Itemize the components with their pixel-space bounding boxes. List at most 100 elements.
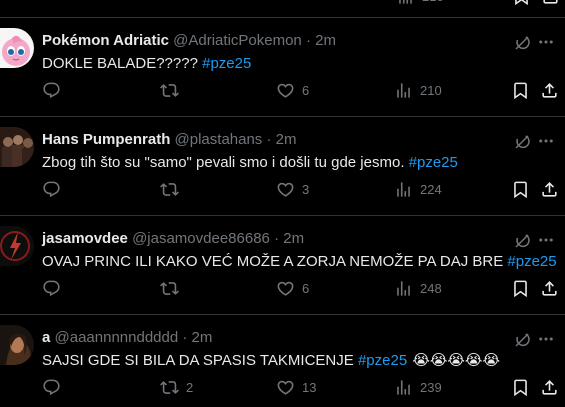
views-action[interactable]: 210	[394, 80, 442, 100]
views-action[interactable]: 224	[394, 179, 442, 199]
share-action[interactable]	[540, 377, 559, 397]
tweet-actions: 2 13 239	[0, 377, 565, 397]
tweet-text: OVAJ PRINC ILI KAKO VEĆ MOŽE A ZORJA NEM…	[42, 252, 557, 272]
timestamp[interactable]: 2m	[283, 230, 304, 247]
share-action[interactable]	[540, 179, 559, 199]
tweet-actions: 6 210	[0, 80, 565, 100]
heart-icon	[277, 281, 294, 296]
views-icon	[397, 82, 410, 98]
hashtag-link[interactable]: #pze25	[507, 253, 556, 270]
tweet-actions: 3 224	[0, 179, 565, 199]
separator-dot: ·	[305, 32, 311, 49]
jigglypuff-avatar[interactable]	[0, 28, 34, 68]
display-name[interactable]: Pokémon Adriatic	[42, 32, 169, 49]
like-count: 6	[302, 82, 310, 98]
hashtag-link[interactable]: #pze25	[202, 55, 251, 72]
repost-action[interactable]	[160, 80, 186, 100]
heart-icon	[277, 83, 294, 98]
like-action[interactable]: 13	[276, 377, 316, 397]
bookmark-action[interactable]	[512, 0, 531, 6]
more-options-icon[interactable]	[537, 132, 555, 150]
more-options-icon[interactable]	[537, 330, 555, 348]
user-handle[interactable]: @plastahans	[175, 131, 263, 148]
share-icon	[542, 280, 557, 296]
grok-icon[interactable]	[513, 34, 531, 52]
tweet[interactable]: a @aaannnnnddddd · 2m SAJSI GDE SI BILA …	[0, 315, 565, 407]
views-icon	[397, 280, 410, 296]
views-count: 248	[420, 280, 442, 296]
like-count: 3	[302, 181, 310, 197]
views-action[interactable]: 239	[394, 377, 442, 397]
tweet[interactable]: Pokémon Adriatic @AdriaticPokemon · 2m D…	[0, 18, 565, 117]
timeline: 210 Pokémon Adriatic @AdriaticPoke	[0, 0, 565, 407]
views-icon	[399, 0, 412, 4]
share-action[interactable]	[540, 80, 559, 100]
bookmark-action[interactable]	[511, 179, 530, 199]
tweet-text: DOKLE BALADE????? #pze25	[42, 54, 251, 74]
tweet-actions: 6 248	[0, 278, 565, 298]
tweet[interactable]: jasamovdee @jasamovdee86686 · 2m OVAJ PR…	[0, 216, 565, 315]
like-action[interactable]: 6	[276, 278, 309, 298]
views-action[interactable]: 210	[396, 0, 444, 6]
user-handle[interactable]: @jasamovdee86686	[132, 230, 270, 247]
bookmark-icon	[514, 82, 527, 99]
bookmark-action[interactable]	[511, 80, 530, 100]
share-action[interactable]	[541, 0, 560, 6]
user-handle[interactable]: @AdriaticPokemon	[173, 32, 302, 49]
repost-action[interactable]	[160, 179, 186, 199]
reply-action[interactable]	[42, 179, 68, 199]
share-icon	[542, 181, 557, 197]
bookmark-icon	[515, 0, 528, 5]
separator-dot: ·	[182, 329, 188, 346]
reply-action[interactable]	[42, 377, 68, 397]
tweet-text: Zbog tih što su "samo" pevali smo i došl…	[42, 153, 458, 173]
hashtag-link[interactable]: #pze25	[358, 352, 407, 369]
bookmark-action[interactable]	[511, 278, 530, 298]
reply-action[interactable]	[42, 278, 68, 298]
dark-portrait-avatar[interactable]	[0, 325, 34, 365]
like-action[interactable]: 3	[276, 179, 309, 199]
timestamp[interactable]: 2m	[315, 32, 336, 49]
views-count: 210	[420, 82, 442, 98]
repost-icon	[160, 83, 179, 97]
tweet-header: Hans Pumpenrath @plastahans · 2m	[42, 130, 297, 149]
reply-icon	[43, 82, 60, 98]
reply-icon	[43, 181, 60, 197]
heart-icon	[277, 380, 294, 395]
reply-action[interactable]	[42, 80, 68, 100]
repost-icon	[160, 380, 179, 394]
like-action[interactable]: 6	[276, 80, 309, 100]
bookmark-action[interactable]	[511, 377, 530, 397]
crying-emojis: 😭😭😭😭😭	[412, 352, 500, 369]
tweet[interactable]: Hans Pumpenrath @plastahans · 2m Zbog ti…	[0, 117, 565, 216]
previous-tweet-actions: 210	[0, 0, 565, 6]
repost-action[interactable]	[160, 278, 186, 298]
views-count: 224	[420, 181, 442, 197]
share-icon	[543, 0, 558, 4]
timestamp[interactable]: 2m	[192, 329, 213, 346]
more-options-icon[interactable]	[537, 33, 555, 51]
grok-icon[interactable]	[513, 133, 531, 151]
display-name[interactable]: a	[42, 329, 50, 346]
timestamp[interactable]: 2m	[276, 131, 297, 148]
views-count: 239	[420, 379, 442, 395]
share-action[interactable]	[540, 278, 559, 298]
user-handle[interactable]: @aaannnnnddddd	[55, 329, 179, 346]
tweet-body: SAJSI GDE SI BILA DA SPASIS TAKMICENJE	[42, 352, 354, 369]
repost-count: 2	[186, 379, 194, 395]
grok-icon[interactable]	[513, 232, 531, 250]
band-photo-avatar[interactable]	[0, 127, 34, 167]
lightning-logo-avatar[interactable]	[0, 226, 34, 266]
tweet-header: jasamovdee @jasamovdee86686 · 2m	[42, 229, 304, 248]
reply-icon	[43, 280, 60, 296]
more-options-icon[interactable]	[537, 231, 555, 249]
display-name[interactable]: jasamovdee	[42, 230, 128, 247]
bookmark-icon	[514, 181, 527, 198]
display-name[interactable]: Hans Pumpenrath	[42, 131, 170, 148]
views-action[interactable]: 248	[394, 278, 442, 298]
tweet-body: DOKLE BALADE?????	[42, 55, 198, 72]
grok-icon[interactable]	[513, 331, 531, 349]
repost-action[interactable]: 2	[160, 377, 193, 397]
hashtag-link[interactable]: #pze25	[409, 154, 458, 171]
bookmark-icon	[514, 379, 527, 396]
